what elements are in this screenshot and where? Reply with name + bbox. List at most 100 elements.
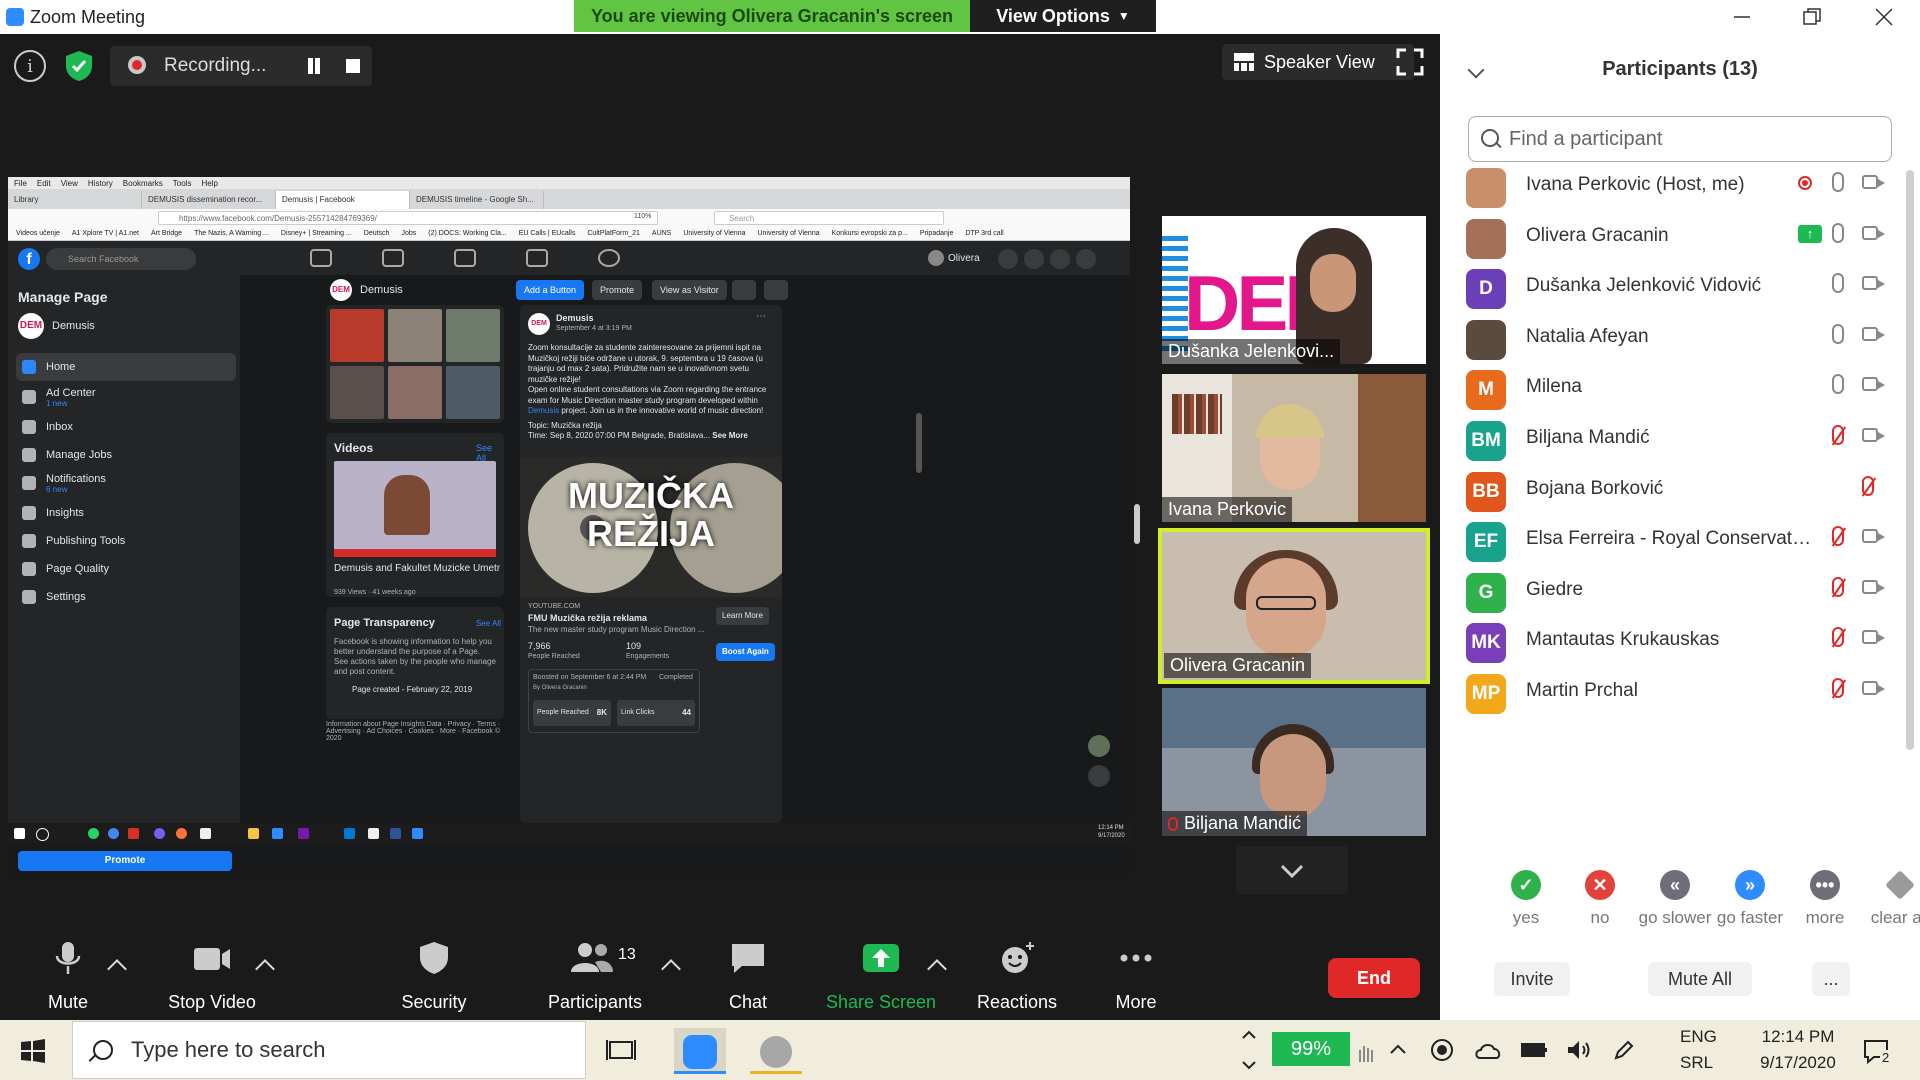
pause-recording-icon[interactable] (306, 58, 322, 74)
video-camera-icon[interactable] (1862, 377, 1885, 392)
contact-avatar[interactable] (1088, 735, 1110, 757)
bookmark-item[interactable]: CultPlatForm_21 (587, 230, 640, 237)
photo-thumb[interactable] (446, 309, 500, 362)
bookmark-item[interactable]: Konkursi evropski za p... (832, 230, 908, 237)
view-as-visitor-button[interactable]: View as Visitor (652, 280, 727, 300)
end-meeting-button[interactable]: End (1328, 958, 1420, 998)
photo-thumb[interactable] (388, 309, 442, 362)
see-more-link[interactable]: See More (712, 431, 748, 440)
browser-tab[interactable]: Library (8, 191, 142, 209)
feedback-no-button[interactable]: ✕ no (1562, 870, 1638, 928)
groups-icon[interactable] (598, 249, 620, 267)
browser-search-bar[interactable]: Search (714, 211, 944, 225)
close-icon[interactable] (1872, 6, 1896, 28)
muted-mic-icon[interactable] (1832, 678, 1844, 698)
muted-mic-icon[interactable] (1832, 425, 1844, 445)
input-language[interactable]: ENG SRL (1680, 1024, 1717, 1076)
facebook-logo-icon[interactable]: f (18, 248, 40, 270)
bookmark-item[interactable]: University of Vienna (757, 230, 819, 237)
muted-mic-icon[interactable] (1832, 627, 1844, 648)
photo-thumb[interactable] (330, 366, 384, 419)
video-camera-icon[interactable] (1862, 579, 1885, 594)
bookmark-item[interactable]: EU Calls | EUcalls (519, 230, 576, 237)
video-camera-icon[interactable] (1862, 326, 1885, 341)
muted-mic-icon[interactable] (1832, 576, 1844, 597)
microphone-icon[interactable] (1832, 222, 1844, 243)
app-taskbar-item[interactable] (750, 1028, 802, 1074)
participant-row[interactable]: MP Martin Prchal (1462, 662, 1886, 724)
video-camera-icon[interactable] (1862, 225, 1885, 240)
bookmark-item[interactable]: Art Bridge (151, 230, 182, 237)
browser-tab[interactable]: DEMUSIS dissemination recor... (142, 191, 276, 209)
stop-video-button[interactable]: Stop Video (147, 940, 277, 1012)
video-camera-icon[interactable] (1862, 175, 1885, 189)
promote-page-button[interactable]: Promote (592, 280, 643, 300)
menu-history[interactable]: History (88, 179, 113, 188)
sidebar-item-insights[interactable]: Insights (16, 499, 236, 527)
more-options-icon[interactable] (764, 280, 788, 300)
muted-mic-icon[interactable] (1862, 475, 1874, 496)
bookmark-item[interactable]: Disney+ | Streaming ... (281, 230, 352, 237)
chat-button[interactable]: Chat (688, 940, 808, 1012)
feedback-go-faster-button[interactable]: » go faster (1712, 870, 1788, 928)
volume-icon[interactable] (1566, 1038, 1592, 1062)
sidebar-item-manage-jobs[interactable]: Manage Jobs (16, 441, 236, 469)
security-button[interactable]: Security (374, 940, 494, 1012)
bookmark-item[interactable]: DTP 3rd call (965, 230, 1003, 237)
post-author[interactable]: Demusis (556, 313, 594, 323)
microphone-icon[interactable] (1832, 273, 1844, 294)
feedback-more-button[interactable]: ••• more (1787, 870, 1863, 928)
flag-icon[interactable] (382, 249, 404, 267)
feedback-clear-all-button[interactable]: ◆ clear all (1862, 870, 1920, 928)
encryption-shield-icon[interactable] (64, 50, 94, 82)
browser-tab[interactable]: DEMUSIS timeline - Google Sh... (410, 191, 544, 209)
restore-icon[interactable] (1800, 6, 1824, 28)
promote-button[interactable]: Promote (18, 851, 232, 871)
sidebar-item-page-quality[interactable]: Page Quality (16, 555, 236, 583)
photos-grid[interactable] (326, 305, 504, 423)
menu-file[interactable]: File (14, 179, 27, 188)
sidebar-item-publishing-tools[interactable]: Publishing Tools (16, 527, 236, 555)
bell-icon[interactable] (1050, 249, 1070, 269)
video-tile[interactable]: Ivana Perkovic (1162, 374, 1426, 522)
fullscreen-icon[interactable] (1396, 48, 1424, 76)
bookmark-item[interactable]: (2) DOCS: Working Cla... (428, 230, 506, 237)
facebook-user[interactable]: Olivera (928, 250, 980, 266)
share-screen-button[interactable]: Share Screen (816, 940, 946, 1012)
info-icon[interactable]: i (14, 50, 46, 82)
menu-edit[interactable]: Edit (37, 179, 51, 188)
feedback-yes-button[interactable]: ✓ yes (1488, 870, 1564, 928)
plus-icon[interactable] (998, 249, 1018, 269)
bookmark-item[interactable]: The Nazis, A Warning ... (194, 230, 269, 237)
bookmark-item[interactable]: Deutsch (364, 230, 390, 237)
taskbar-clock[interactable]: 12:14 PM 9/17/2020 (1744, 1024, 1852, 1076)
task-view-icon[interactable] (606, 1036, 636, 1064)
video-camera-icon[interactable] (1862, 276, 1885, 291)
zoom-taskbar-item[interactable] (674, 1028, 726, 1074)
bookmark-item[interactable]: AUNS (652, 230, 671, 237)
sidebar-item-inbox[interactable]: Inbox (16, 413, 236, 441)
sidebar-item-ad-center[interactable]: Ad Center 1 new (16, 383, 236, 411)
scroll-arrows-icon[interactable] (1240, 1024, 1258, 1076)
microphone-icon[interactable] (1832, 172, 1844, 192)
messenger-icon[interactable] (1024, 249, 1044, 269)
windows-start-icon[interactable] (20, 1038, 46, 1064)
menu-tools[interactable]: Tools (173, 179, 192, 188)
link-title[interactable]: FMU Muzička režija reklama (528, 613, 647, 623)
post-link[interactable]: Demusis (528, 406, 559, 415)
sidebar-item-home[interactable]: Home (16, 353, 236, 381)
facebook-search-input[interactable]: Search Facebook (46, 248, 196, 270)
shared-screen[interactable]: File Edit View History Bookmarks Tools H… (8, 177, 1130, 877)
microphone-icon[interactable] (1832, 374, 1844, 395)
see-all-link[interactable]: See All (476, 619, 501, 628)
microphone-icon[interactable] (1832, 323, 1844, 344)
bookmark-item[interactable]: University of Vienna (683, 230, 745, 237)
bookmark-item[interactable]: Jobs (401, 230, 416, 237)
stop-recording-icon[interactable] (346, 59, 360, 73)
more-options-button[interactable]: ... (1812, 962, 1850, 996)
page-selector[interactable]: DEM Demusis (18, 313, 95, 339)
active-speaker-tile[interactable]: Olivera Gracanin (1158, 528, 1430, 684)
record-tray-icon[interactable] (1430, 1038, 1454, 1062)
share-resize-handle[interactable] (1134, 504, 1140, 544)
video-camera-icon[interactable] (1862, 630, 1885, 645)
